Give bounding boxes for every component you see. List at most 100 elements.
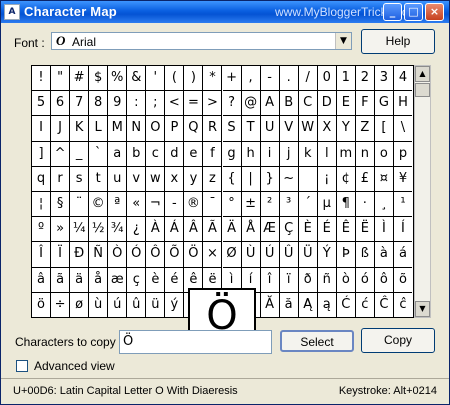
char-cell[interactable]: g xyxy=(222,141,242,167)
char-cell[interactable]: ü xyxy=(146,292,166,317)
char-cell[interactable]: ã xyxy=(51,267,71,293)
char-cell[interactable]: # xyxy=(70,66,90,92)
char-cell[interactable] xyxy=(298,166,318,192)
char-cell[interactable]: ¾ xyxy=(108,217,128,243)
char-cell[interactable]: µ xyxy=(317,192,337,218)
char-cell[interactable]: O xyxy=(146,116,166,142)
char-cell[interactable]: â xyxy=(32,267,52,293)
char-cell[interactable]: ( xyxy=(165,66,185,92)
char-cell[interactable]: _ xyxy=(70,141,90,167)
char-cell[interactable]: ³ xyxy=(279,192,299,218)
char-cell[interactable]: Á xyxy=(165,217,185,243)
char-cell[interactable]: - xyxy=(165,192,185,218)
char-cell[interactable]: ¹ xyxy=(393,192,412,218)
char-cell[interactable]: k xyxy=(298,141,318,167)
char-cell[interactable]: i xyxy=(260,141,280,167)
char-cell[interactable]: . xyxy=(279,66,299,92)
char-cell[interactable]: e xyxy=(184,141,204,167)
char-cell[interactable]: A xyxy=(260,91,280,117)
char-cell[interactable]: ă xyxy=(280,292,299,317)
char-cell[interactable]: ¥ xyxy=(393,167,412,192)
char-cell[interactable]: ¢ xyxy=(336,166,356,192)
char-cell[interactable]: ø xyxy=(70,292,90,317)
char-cell[interactable]: Ð xyxy=(70,242,90,268)
char-cell[interactable]: Â xyxy=(184,217,204,243)
char-cell[interactable]: ¿ xyxy=(127,217,147,243)
char-cell[interactable]: x xyxy=(165,166,185,192)
char-cell[interactable]: / xyxy=(298,66,318,92)
chevron-down-icon[interactable]: ▼ xyxy=(335,33,351,49)
char-cell[interactable]: * xyxy=(203,66,223,92)
char-cell[interactable]: " xyxy=(51,66,71,92)
char-cell[interactable]: ' xyxy=(146,66,166,92)
char-cell[interactable]: 0 xyxy=(317,66,337,92)
char-cell[interactable]: é xyxy=(165,267,185,293)
char-cell[interactable]: K xyxy=(70,116,90,142)
char-cell[interactable]: Ć xyxy=(337,292,356,317)
char-cell[interactable]: ª xyxy=(108,192,128,218)
char-cell[interactable]: ¦ xyxy=(32,192,52,218)
char-cell[interactable]: « xyxy=(127,192,147,218)
char-cell[interactable]: N xyxy=(127,116,147,142)
char-cell[interactable]: Ý xyxy=(317,242,337,268)
char-cell[interactable]: F xyxy=(355,91,375,117)
char-cell[interactable]: Õ xyxy=(165,242,185,268)
char-cell[interactable]: 2 xyxy=(355,66,375,92)
scroll-thumb[interactable] xyxy=(415,83,430,97)
char-cell[interactable]: û xyxy=(127,292,147,317)
char-cell[interactable]: h xyxy=(241,141,261,167)
char-cell[interactable]: 1 xyxy=(336,66,356,92)
char-cell[interactable]: C xyxy=(298,91,318,117)
char-cell[interactable]: Ü xyxy=(298,242,318,268)
char-cell[interactable]: á xyxy=(393,242,412,268)
char-cell[interactable]: è xyxy=(146,267,166,293)
character-grid[interactable]: ! " # $% & '() * +, -./0 1 2 3 4 5 6 7 8 9:; < = >? @ A B C D E F G H… xyxy=(31,65,414,343)
char-cell[interactable]: I xyxy=(32,116,52,142)
char-cell[interactable]: - xyxy=(260,66,280,92)
char-cell[interactable]: c xyxy=(146,141,166,167)
char-cell[interactable]: É xyxy=(317,217,337,243)
char-cell[interactable]: Ã xyxy=(203,217,223,243)
char-cell[interactable]: ć xyxy=(356,292,375,317)
char-cell[interactable]: T xyxy=(241,116,261,142)
char-cell[interactable]: § xyxy=(51,192,71,218)
char-cell[interactable]: ° xyxy=(222,192,242,218)
help-button[interactable]: Help xyxy=(361,29,435,54)
char-cell[interactable]: D xyxy=(317,91,337,117)
char-cell[interactable]: d xyxy=(165,141,185,167)
char-cell[interactable]: + xyxy=(222,66,242,92)
char-cell[interactable]: r xyxy=(51,166,71,192)
char-cell[interactable]: l xyxy=(317,141,337,167)
char-cell[interactable]: L xyxy=(89,116,109,142)
char-cell[interactable]: ~ xyxy=(279,166,299,192)
char-cell[interactable]: t xyxy=(89,166,109,192)
char-cell[interactable]: ç xyxy=(127,267,147,293)
char-cell[interactable]: Ą xyxy=(299,292,318,317)
char-cell[interactable]: @ xyxy=(241,91,261,117)
char-cell[interactable]: ò xyxy=(336,267,356,293)
char-cell[interactable]: G xyxy=(374,91,394,117)
char-cell[interactable]: Ĉ xyxy=(375,292,394,317)
char-cell[interactable]: % xyxy=(108,66,128,92)
char-cell[interactable]: 4 xyxy=(393,66,412,92)
char-cell[interactable]: Ă xyxy=(261,292,280,317)
char-cell[interactable]: Q xyxy=(184,116,204,142)
char-cell[interactable]: J xyxy=(51,116,71,142)
char-cell[interactable]: ; xyxy=(146,91,166,117)
char-cell[interactable]: Ë xyxy=(355,217,375,243)
char-cell[interactable]: n xyxy=(355,141,375,167)
char-cell[interactable]: | xyxy=(241,166,261,192)
char-cell[interactable]: ] xyxy=(32,141,52,167)
char-cell[interactable]: ß xyxy=(355,242,375,268)
char-cell[interactable]: q xyxy=(32,166,52,192)
char-cell[interactable]: f xyxy=(203,141,223,167)
grid-scrollbar[interactable]: ▲ ▼ xyxy=(414,65,431,318)
char-cell[interactable]: & xyxy=(127,66,147,92)
char-cell[interactable]: w xyxy=(146,166,166,192)
char-cell[interactable]: P xyxy=(165,116,185,142)
char-cell[interactable]: Ù xyxy=(241,242,261,268)
font-dropdown[interactable]: O Arial ▼ xyxy=(51,32,352,50)
char-cell[interactable]: õ xyxy=(393,268,412,293)
char-cell[interactable]: Ô xyxy=(146,242,166,268)
char-cell[interactable]: Ì xyxy=(374,217,394,243)
